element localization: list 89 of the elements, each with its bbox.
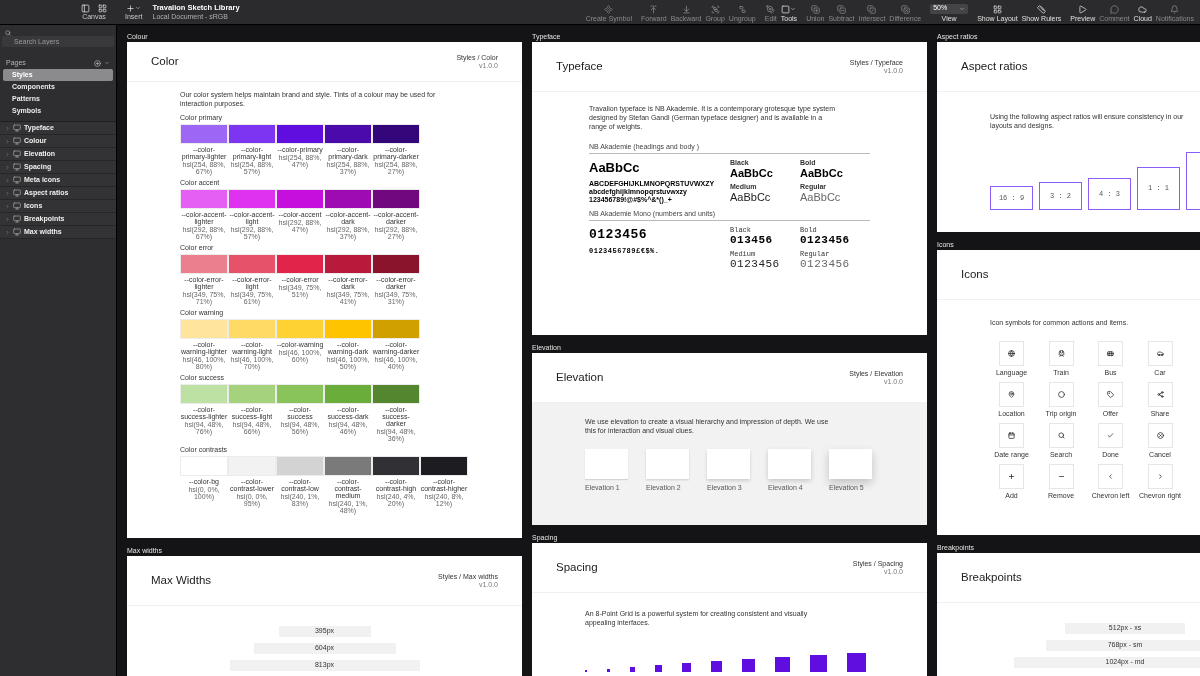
square-icon bbox=[781, 4, 791, 14]
subtract-icon bbox=[836, 4, 846, 14]
caret-icon bbox=[790, 6, 797, 12]
car-icon bbox=[1156, 350, 1164, 357]
artboard-title: Elevation bbox=[556, 369, 604, 385]
weight-sample: AaBbCc bbox=[730, 191, 772, 204]
weight-sample: 013456 bbox=[730, 234, 774, 247]
check-icon bbox=[1107, 432, 1114, 439]
chevron-icon[interactable] bbox=[5, 216, 10, 222]
chevron-icon[interactable] bbox=[5, 125, 10, 131]
spacing-square bbox=[711, 661, 722, 672]
spacing-square bbox=[607, 669, 610, 672]
ruler-icon bbox=[1036, 4, 1046, 14]
artboard-title: Color bbox=[151, 53, 179, 69]
spacing-square bbox=[847, 653, 866, 672]
elevation-card bbox=[829, 449, 872, 479]
pen-icon bbox=[766, 4, 776, 14]
add-page-icon[interactable] bbox=[94, 59, 101, 67]
sidebar-icon bbox=[81, 3, 90, 13]
intersect-icon bbox=[867, 4, 877, 14]
spacing-square bbox=[630, 667, 635, 672]
weight-sample: 0123456 bbox=[800, 258, 851, 271]
close-icon bbox=[1156, 432, 1164, 439]
globe-icon bbox=[1008, 350, 1015, 357]
weight-sample: AaBbCc bbox=[800, 167, 844, 180]
weight-sample: AaBbCc bbox=[730, 167, 774, 180]
chevron-icon[interactable] bbox=[5, 177, 10, 183]
spacing-square bbox=[742, 659, 755, 672]
bus-icon bbox=[1107, 350, 1114, 357]
caret-icon bbox=[959, 5, 966, 12]
artboard-icon bbox=[13, 228, 21, 236]
weight-sample: 0123456 bbox=[730, 258, 781, 271]
arrow-up-icon bbox=[649, 4, 659, 14]
plus-icon bbox=[1008, 473, 1015, 480]
type-sample: 0123456 bbox=[589, 227, 649, 242]
share-icon bbox=[1156, 391, 1164, 398]
chevron-icon[interactable] bbox=[5, 164, 10, 170]
arrow-down-icon bbox=[681, 4, 691, 14]
weight-sample: 0123456 bbox=[800, 234, 851, 247]
chevron-icon[interactable] bbox=[104, 60, 110, 66]
type-sample: AaBbCc bbox=[589, 160, 641, 175]
tag-icon bbox=[1107, 391, 1114, 398]
spacing-square bbox=[682, 663, 691, 672]
artboard-title: Typeface bbox=[556, 58, 603, 74]
pin-icon bbox=[1008, 391, 1015, 398]
chevron-icon[interactable] bbox=[5, 151, 10, 157]
artboard-icon bbox=[13, 215, 21, 223]
bell-icon bbox=[1170, 4, 1180, 14]
minus-icon bbox=[1057, 473, 1065, 480]
artboard-icon bbox=[13, 202, 21, 210]
chevron-left-icon bbox=[1107, 473, 1114, 480]
circle-icon bbox=[1057, 391, 1065, 398]
spacing-square bbox=[810, 655, 827, 672]
plus-icon bbox=[126, 3, 136, 13]
train-icon bbox=[1057, 350, 1065, 357]
calendar-icon bbox=[1008, 432, 1015, 439]
artboard-icon bbox=[13, 176, 21, 184]
chevron-icon[interactable] bbox=[5, 229, 10, 235]
chevron-icon[interactable] bbox=[5, 203, 10, 209]
artboard-title: Aspect ratios bbox=[961, 58, 1028, 74]
artboard-icon bbox=[13, 124, 21, 132]
elevation-card bbox=[707, 449, 750, 479]
search-icon bbox=[1057, 432, 1065, 439]
artboard-icon bbox=[13, 163, 21, 171]
grid-icon bbox=[98, 3, 107, 13]
elevation-card bbox=[768, 449, 811, 479]
play-icon bbox=[1078, 4, 1088, 14]
artboard-title: Icons bbox=[961, 266, 989, 282]
weight-sample: AaBbCc bbox=[800, 191, 842, 204]
artboard-icon bbox=[13, 150, 21, 158]
artboard-title: Breakpoints bbox=[961, 569, 1022, 585]
elevation-card bbox=[585, 449, 628, 479]
difference-icon bbox=[900, 4, 910, 14]
search-icon bbox=[5, 30, 11, 36]
comment-icon bbox=[1109, 4, 1119, 14]
caret-icon bbox=[135, 5, 142, 11]
chevron-icon[interactable] bbox=[5, 190, 10, 196]
artboard-title: Spacing bbox=[556, 559, 598, 575]
artboard-title: Max Widths bbox=[151, 572, 212, 588]
elevation-card bbox=[646, 449, 689, 479]
union-icon bbox=[810, 4, 820, 14]
artboard-icon bbox=[13, 137, 21, 145]
cloud-icon bbox=[1138, 4, 1148, 14]
artboard-icon bbox=[13, 189, 21, 197]
chevron-icon[interactable] bbox=[5, 138, 10, 144]
spacing-square bbox=[775, 657, 790, 672]
spacing-square bbox=[655, 665, 662, 672]
chevron-right-icon bbox=[1156, 473, 1164, 480]
grid-icon bbox=[992, 4, 1002, 14]
